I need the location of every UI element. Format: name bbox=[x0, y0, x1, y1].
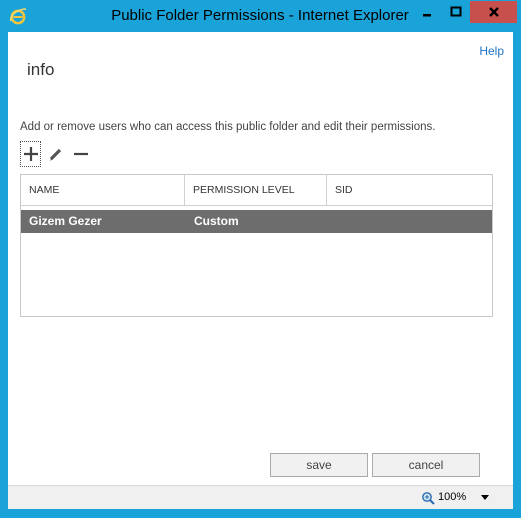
plus-icon bbox=[23, 147, 38, 161]
row-name: Gizem Gezer bbox=[29, 214, 102, 228]
window-title: Public Folder Permissions - Internet Exp… bbox=[111, 7, 409, 24]
description-text: Add or remove users who can access this … bbox=[20, 121, 436, 133]
column-header-sid[interactable]: SID bbox=[327, 175, 493, 205]
remove-button[interactable] bbox=[71, 141, 91, 167]
row-permission-level: Custom bbox=[194, 214, 239, 228]
close-button[interactable] bbox=[470, 1, 517, 23]
chevron-down-icon[interactable] bbox=[481, 495, 489, 501]
help-link[interactable]: Help bbox=[479, 44, 504, 58]
page-title: info bbox=[27, 60, 55, 79]
table-row[interactable]: Gizem Gezer Custom bbox=[21, 210, 492, 233]
permissions-toolbar bbox=[20, 141, 100, 167]
zoom-icon[interactable] bbox=[421, 491, 435, 505]
internet-explorer-icon bbox=[10, 8, 27, 25]
browser-window: Public Folder Permissions - Internet Exp… bbox=[0, 0, 521, 518]
title-bar[interactable]: Public Folder Permissions - Internet Exp… bbox=[0, 0, 521, 32]
minimize-button[interactable] bbox=[413, 1, 440, 23]
save-button[interactable]: save bbox=[270, 453, 368, 477]
status-bar: 100% bbox=[8, 485, 513, 509]
add-button[interactable] bbox=[20, 141, 41, 167]
permissions-table: NAME PERMISSION LEVEL SID Gizem Gezer Cu… bbox=[20, 174, 493, 317]
column-header-permission-level[interactable]: PERMISSION LEVEL bbox=[185, 175, 327, 205]
column-header-name[interactable]: NAME bbox=[21, 175, 185, 205]
pencil-icon bbox=[49, 148, 62, 161]
maximize-button[interactable] bbox=[442, 1, 469, 23]
maximize-icon bbox=[450, 6, 461, 17]
edit-button[interactable] bbox=[46, 141, 66, 167]
cancel-button[interactable]: cancel bbox=[372, 453, 480, 477]
close-icon bbox=[488, 7, 499, 17]
minimize-icon bbox=[422, 14, 431, 17]
table-header: NAME PERMISSION LEVEL SID bbox=[21, 175, 492, 206]
minus-icon bbox=[74, 152, 88, 156]
zoom-level[interactable]: 100% bbox=[438, 491, 466, 503]
dialog-content: Help info Add or remove users who can ac… bbox=[8, 32, 513, 485]
